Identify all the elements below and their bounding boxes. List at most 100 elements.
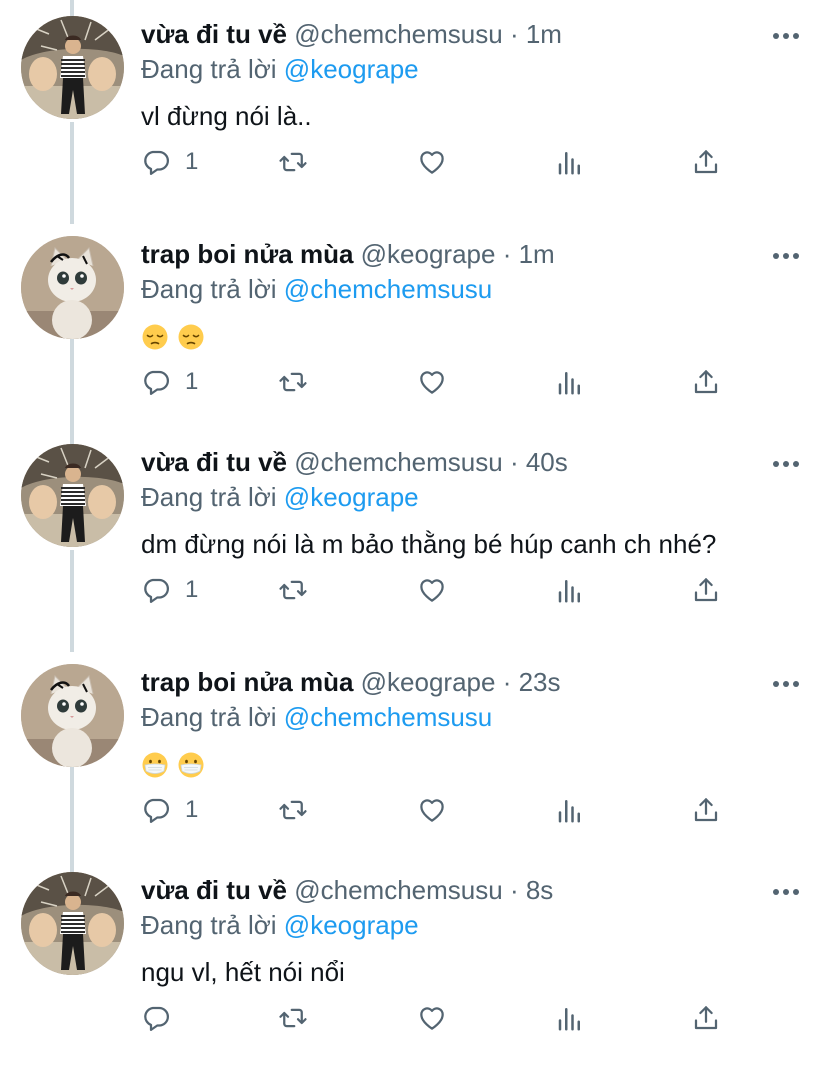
more-icon[interactable] (768, 674, 804, 694)
retweet-button[interactable] (278, 998, 308, 1038)
views-icon (555, 795, 585, 825)
display-name[interactable]: vừa đi tu về (141, 875, 287, 905)
tweet-emojis (141, 751, 205, 779)
avatar[interactable] (21, 664, 124, 767)
like-button[interactable] (417, 362, 447, 402)
mention-link[interactable]: @keogrape (284, 910, 419, 940)
views-button[interactable] (555, 998, 585, 1038)
retweet-button[interactable] (278, 362, 308, 402)
replying-to-label: Đang trả lời (141, 910, 277, 940)
mention-link[interactable]: @chemchemsusu (284, 702, 492, 732)
reply-icon (141, 575, 171, 605)
share-icon (691, 147, 721, 177)
share-icon (691, 1003, 721, 1033)
like-button[interactable] (417, 570, 447, 610)
reply-button[interactable]: 1 (141, 790, 198, 830)
reply-button[interactable]: 1 (141, 142, 198, 182)
replying-to: Đang trả lời @keogrape (141, 481, 419, 513)
views-icon (555, 1003, 585, 1033)
avatar[interactable] (21, 16, 124, 119)
separator-dot: · (502, 239, 512, 269)
reply-count: 1 (185, 148, 199, 175)
reply-count: 1 (185, 796, 199, 823)
display-name[interactable]: trap boi nửa mùa (141, 667, 353, 697)
tweet-header: vừa đi tu về @chemchemsusu · 40s (141, 446, 568, 478)
mention-link[interactable]: @keogrape (284, 54, 419, 84)
pensive-emoji (177, 323, 205, 351)
retweet-icon (278, 795, 308, 825)
retweet-button[interactable] (278, 790, 308, 830)
action-bar: 1 (141, 570, 741, 610)
timestamp[interactable]: 1m (519, 239, 555, 269)
reply-icon (141, 147, 171, 177)
timestamp[interactable]: 8s (526, 875, 553, 905)
timestamp[interactable]: 1m (526, 19, 562, 49)
like-icon (417, 575, 447, 605)
replying-to-label: Đang trả lời (141, 482, 277, 512)
user-handle[interactable]: @keogrape (361, 239, 496, 269)
display-name[interactable]: vừa đi tu về (141, 19, 287, 49)
user-handle[interactable]: @chemchemsusu (294, 875, 502, 905)
share-button[interactable] (691, 142, 721, 182)
retweet-button[interactable] (278, 142, 308, 182)
display-name[interactable]: vừa đi tu về (141, 447, 287, 477)
more-icon[interactable] (768, 246, 804, 266)
reply-button[interactable]: 1 (141, 570, 198, 610)
tweet[interactable]: trap boi nửa mùa @keogrape · 1m Đang trả… (0, 220, 828, 440)
retweet-button[interactable] (278, 570, 308, 610)
share-button[interactable] (691, 790, 721, 830)
action-bar (141, 998, 741, 1038)
more-icon[interactable] (768, 882, 804, 902)
views-button[interactable] (555, 790, 585, 830)
tweet-header: trap boi nửa mùa @keogrape · 1m (141, 238, 555, 270)
separator-dot: · (509, 875, 519, 905)
reply-count: 1 (185, 368, 199, 395)
tweet-text: dm đừng nói là m bảo thằng bé húp canh c… (141, 529, 717, 559)
display-name[interactable]: trap boi nửa mùa (141, 239, 353, 269)
share-button[interactable] (691, 362, 721, 402)
tweet[interactable]: vừa đi tu về @chemchemsusu · 40s Đang tr… (0, 428, 828, 648)
like-button[interactable] (417, 142, 447, 182)
tweet[interactable]: vừa đi tu về @chemchemsusu · 1m Đang trả… (0, 0, 828, 220)
avatar[interactable] (21, 444, 124, 547)
avatar[interactable] (21, 872, 124, 975)
replying-to: Đang trả lời @keogrape (141, 53, 419, 85)
user-handle[interactable]: @chemchemsusu (294, 447, 502, 477)
mention-link[interactable]: @chemchemsusu (284, 274, 492, 304)
mention-link[interactable]: @keogrape (284, 482, 419, 512)
tweet-text: ngu vl, hết nói nổi (141, 957, 345, 987)
replying-to: Đang trả lời @chemchemsusu (141, 701, 492, 733)
views-button[interactable] (555, 570, 585, 610)
reply-button[interactable]: 1 (141, 362, 198, 402)
timestamp[interactable]: 40s (526, 447, 568, 477)
tweet-header: vừa đi tu về @chemchemsusu · 1m (141, 18, 562, 50)
tweet[interactable]: trap boi nửa mùa @keogrape · 23s Đang tr… (0, 648, 828, 868)
action-bar: 1 (141, 142, 741, 182)
views-icon (555, 575, 585, 605)
avatar[interactable] (21, 236, 124, 339)
face-with-medical-mask-emoji (177, 751, 205, 779)
share-button[interactable] (691, 570, 721, 610)
user-handle[interactable]: @chemchemsusu (294, 19, 502, 49)
user-handle[interactable]: @keogrape (361, 667, 496, 697)
timestamp[interactable]: 23s (519, 667, 561, 697)
share-icon (691, 575, 721, 605)
more-icon[interactable] (768, 26, 804, 46)
tweet[interactable]: vừa đi tu về @chemchemsusu · 8s Đang trả… (0, 856, 828, 1076)
reply-icon (141, 1003, 171, 1033)
separator-dot: · (509, 447, 519, 477)
views-button[interactable] (555, 362, 585, 402)
like-button[interactable] (417, 998, 447, 1038)
like-icon (417, 795, 447, 825)
reply-button[interactable] (141, 998, 171, 1038)
replying-to-label: Đang trả lời (141, 702, 277, 732)
more-icon[interactable] (768, 454, 804, 474)
tweet-emojis (141, 323, 205, 351)
like-button[interactable] (417, 790, 447, 830)
share-button[interactable] (691, 998, 721, 1038)
like-icon (417, 147, 447, 177)
views-button[interactable] (555, 142, 585, 182)
action-bar: 1 (141, 790, 741, 830)
replying-to-label: Đang trả lời (141, 274, 277, 304)
replying-to: Đang trả lời @keogrape (141, 909, 419, 941)
